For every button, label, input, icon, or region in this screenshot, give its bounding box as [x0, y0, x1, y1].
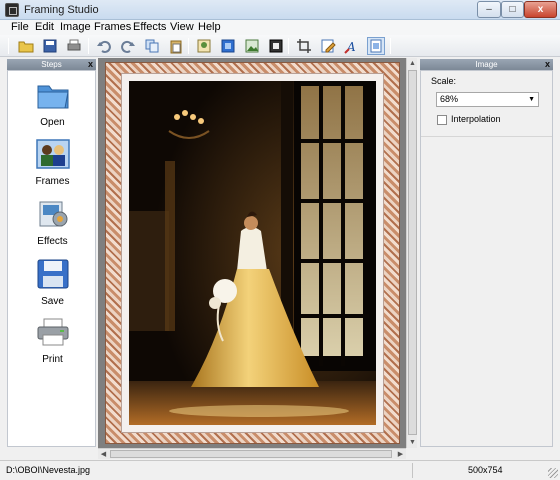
scroll-down-arrow-icon[interactable]: ▼ [407, 437, 418, 448]
panel-divider [421, 136, 552, 137]
frames-icon [35, 139, 70, 169]
step-print-label: Print [42, 354, 63, 365]
close-button[interactable]: x [524, 1, 557, 18]
scroll-right-arrow-icon[interactable]: ▶ [395, 449, 406, 460]
toolbar-separator [390, 38, 391, 54]
vertical-scroll-thumb[interactable] [408, 70, 417, 435]
frame-icon[interactable] [220, 38, 236, 54]
floppy-icon [37, 259, 68, 289]
photo-image [129, 81, 376, 425]
image-panel: Scale: 68% ▼ Interpolation [420, 70, 553, 447]
scale-select[interactable]: 68% ▼ [436, 92, 539, 107]
steps-panel-close[interactable]: x [88, 59, 93, 70]
folder-icon [37, 85, 69, 109]
step-save-label: Save [41, 296, 64, 307]
window-title: Framing Studio [24, 4, 99, 16]
status-file-path: D:\OBOI\Nevesta.jpg [6, 465, 91, 475]
menu-frames[interactable]: Frames [94, 21, 131, 33]
border-icon[interactable] [268, 38, 284, 54]
photo-mat [121, 73, 384, 433]
steps-panel-header: Steps x [7, 59, 96, 70]
steps-panel-title: Steps [41, 60, 62, 69]
image-icon[interactable] [196, 38, 212, 54]
scroll-left-arrow-icon[interactable]: ◀ [98, 449, 109, 460]
bride-photo [129, 81, 376, 425]
step-effects-label: Effects [37, 236, 68, 247]
crop-icon[interactable] [296, 38, 312, 54]
decorative-frame [105, 62, 400, 444]
scale-value: 68% [440, 94, 459, 104]
toolbar-separator [8, 38, 9, 54]
menu-edit[interactable]: Edit [35, 21, 54, 33]
open-folder-icon[interactable] [18, 38, 34, 54]
step-open-label: Open [40, 117, 65, 128]
menu-help[interactable]: Help [198, 21, 221, 33]
step-save[interactable]: Save [8, 259, 97, 307]
menu-image[interactable]: Image [60, 21, 91, 33]
menu-effects[interactable]: Effects [133, 21, 166, 33]
text-icon[interactable]: A [344, 38, 360, 54]
redo-icon[interactable] [120, 38, 136, 54]
step-frames[interactable]: Frames [8, 139, 97, 187]
picture-icon[interactable] [244, 38, 260, 54]
toolbar-separator [88, 38, 89, 54]
image-panel-title: Image [475, 60, 498, 69]
toolbar: A [0, 35, 560, 57]
effects-icon [39, 201, 67, 227]
maximize-button[interactable]: □ [501, 1, 524, 18]
menu-view[interactable]: View [170, 21, 194, 33]
step-print[interactable]: Print [8, 317, 97, 365]
chevron-down-icon: ▼ [528, 96, 535, 103]
horizontal-scroll-thumb[interactable] [110, 450, 392, 458]
status-bar: D:\OBOI\Nevesta.jpg 500x754 [0, 460, 560, 480]
toolbar-separator [288, 38, 289, 54]
vertical-scrollbar[interactable]: ▲ ▼ [406, 58, 417, 448]
menu-file[interactable]: File [11, 21, 29, 33]
save-icon[interactable] [42, 38, 58, 54]
minimize-button[interactable]: – [477, 1, 501, 18]
step-open[interactable]: Open [8, 80, 97, 128]
paste-icon[interactable] [168, 38, 184, 54]
step-frames-label: Frames [35, 176, 70, 187]
interpolation-checkbox[interactable] [437, 115, 447, 125]
copy-icon[interactable] [144, 38, 160, 54]
title-bar[interactable]: Framing Studio – □ x [0, 0, 560, 20]
status-image-size: 500x754 [468, 465, 503, 475]
resize-grip-icon[interactable] [548, 468, 558, 478]
toolbar-separator [188, 38, 189, 54]
app-icon[interactable] [5, 3, 19, 17]
image-panel-close[interactable]: x [545, 59, 550, 70]
step-effects[interactable]: Effects [8, 199, 97, 247]
printer-icon [37, 318, 68, 346]
print-icon[interactable] [66, 38, 82, 54]
fit-icon[interactable] [367, 37, 385, 55]
image-panel-header: Image x [420, 59, 553, 70]
undo-icon[interactable] [96, 38, 112, 54]
edit-icon[interactable] [320, 38, 336, 54]
menu-bar: File Edit Image Frames Effects View Help [0, 20, 560, 35]
horizontal-scrollbar[interactable]: ◀ ▶ [98, 448, 406, 459]
interpolation-label: Interpolation [451, 114, 501, 124]
scroll-up-arrow-icon[interactable]: ▲ [407, 58, 418, 69]
scale-label: Scale: [431, 76, 457, 86]
steps-panel: Open Frames Effects Save Print [7, 70, 96, 447]
status-divider [412, 463, 413, 478]
